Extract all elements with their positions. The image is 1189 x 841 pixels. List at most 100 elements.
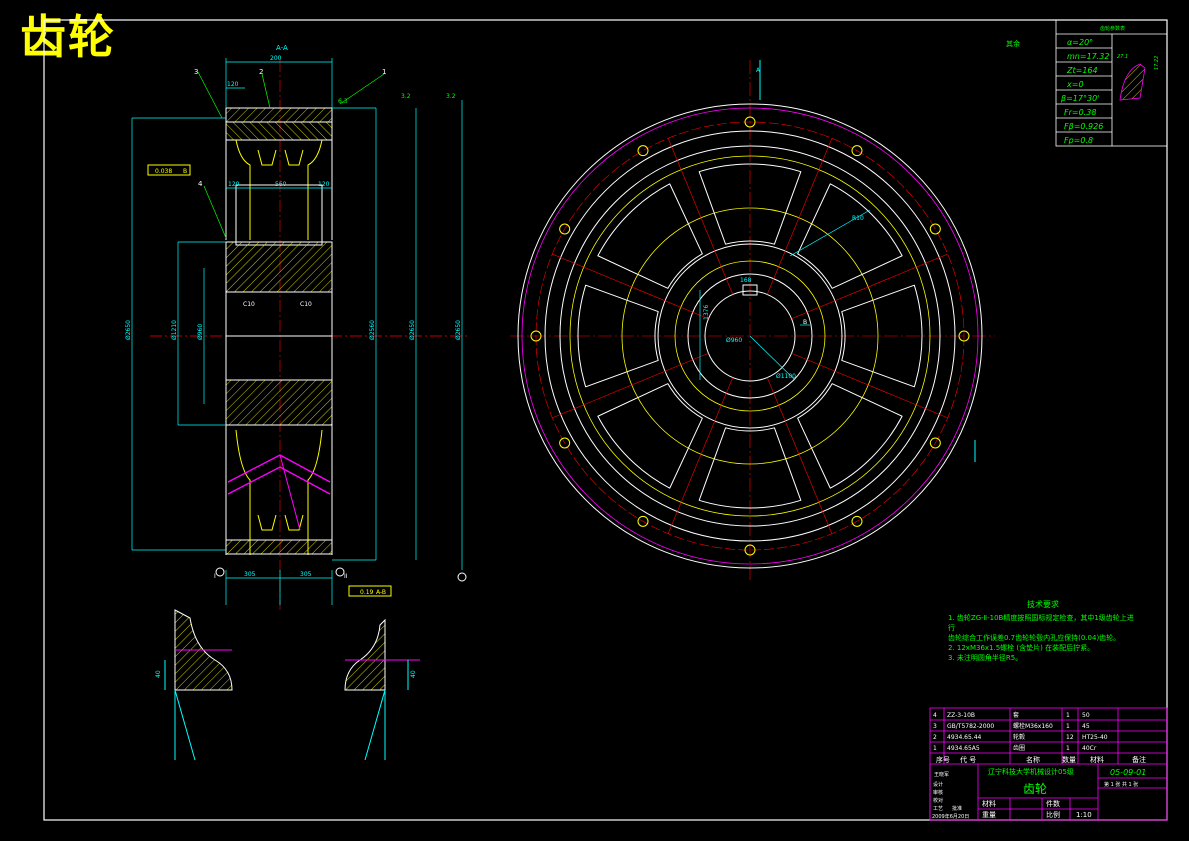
bolt-hole: [637, 145, 649, 157]
parts-cell-code: 4934.65A5: [947, 745, 980, 752]
dim-bore: Ø960: [726, 337, 742, 344]
runout-value: 0.19: [360, 589, 374, 596]
param-beta: β=17°30': [1060, 94, 1099, 103]
role-3: 校对: [933, 797, 943, 804]
detail-views: [164, 609, 420, 761]
cad-drawing: A-A 200 120 120 560 120 C10 C10 305 305 …: [43, 19, 1168, 821]
technical-requirements: 技术要求 1. 齿轮ZG-Ⅱ-10B精度按照国标规定检查，其中1级齿轮上进行 齿…: [948, 600, 1138, 663]
parts-cell-no: 2: [933, 734, 937, 741]
dim-dia-5: Ø1210: [171, 320, 178, 340]
callout-3: 3: [194, 68, 198, 76]
parts-cell-no: 3: [933, 723, 937, 730]
param-alpha: α=20°: [1067, 38, 1093, 47]
dim-hub-width: 560: [275, 181, 287, 188]
front-view: [510, 60, 995, 580]
param-small-dim-2: 17.22: [1154, 56, 1160, 70]
parts-cell-name: 齿圈: [1013, 744, 1025, 752]
param-mn: mn=17.32: [1067, 52, 1109, 61]
dim-dia-3: Ø2650: [409, 320, 416, 340]
surface-other: 其余: [1006, 39, 1020, 48]
datum-b: B: [803, 319, 807, 326]
dim-dia-1: Ø2650: [125, 320, 132, 340]
tech-req-title: 技术要求: [1027, 600, 1059, 609]
dim-305-left: 305: [244, 571, 256, 578]
hdr-no: 序号: [936, 755, 950, 764]
chamfer-left: C10: [243, 301, 255, 308]
role-5: 批准: [952, 805, 962, 812]
parts-cell-name: 轮毂: [1013, 733, 1025, 741]
param-x: x=0: [1066, 80, 1084, 89]
designer: 王晓军: [934, 771, 949, 778]
detail-dim-left: 40: [155, 670, 162, 678]
detail-dim-right: 40: [410, 670, 417, 678]
parts-cell-material: 45: [1082, 723, 1090, 730]
param-fp: Fp=0.8: [1064, 136, 1093, 145]
rough-3: 3.2: [446, 93, 456, 100]
parts-cell-code: 4934.65.44: [947, 734, 982, 741]
callout-1: 1: [382, 68, 386, 76]
role-4: 工艺: [933, 806, 943, 812]
callout-4: 4: [198, 180, 203, 188]
tech-req-item: 3. 未注明圆角半径R5。: [948, 654, 1023, 662]
spoke-centerline: [552, 253, 709, 320]
dim-rim-120-top: 120: [227, 81, 239, 88]
parts-cell-name: 套: [1013, 711, 1019, 719]
border-frame: [43, 19, 1168, 821]
dim-rim-120-right: 120: [318, 181, 330, 188]
dim-dia-4: Ø2650: [455, 320, 462, 340]
dim-rim-120-left: 120: [228, 181, 240, 188]
parts-cell-name: 螺栓M36x160: [1013, 722, 1053, 730]
parts-cell-no: 1: [933, 745, 937, 752]
mark-I: I: [214, 573, 216, 580]
material-label: 材料: [982, 799, 996, 808]
school-name: 辽宁科技大学机械设计05级: [988, 767, 1074, 776]
dim-dia-7: Ø1100: [776, 373, 796, 380]
spoke-centerline: [552, 352, 709, 419]
parts-cell-qty: 1: [1066, 712, 1070, 719]
front-view-labels: A 168 Ø960 R10 1376 Ø1100 B: [703, 67, 864, 380]
drawing-number: 05-09-01: [1110, 768, 1146, 777]
section-view: [131, 58, 470, 610]
dim-dia-2: Ø2560: [369, 320, 376, 340]
dim-dia-6: Ø960: [197, 324, 204, 340]
title-block-text: 序号 代 号 名称 数量 材料 备注 辽宁科技大学机械设计05级 05-09-0…: [932, 755, 1146, 820]
dim-r10: R10: [852, 215, 864, 222]
rough-1: 6.3: [338, 98, 348, 105]
section-label: A-A: [276, 44, 288, 52]
role-2: 审核: [933, 789, 943, 796]
parts-cell-no: 4: [933, 712, 937, 719]
web-window: [597, 383, 703, 489]
web-window: [797, 383, 903, 489]
dim-keyway-width: 168: [740, 277, 752, 284]
web-window: [597, 183, 703, 289]
tech-req-item: 2. 12xM36x1.5螺栓 (含垫片) 在装配后拧紧。: [948, 644, 1095, 652]
spoke-centerline: [667, 377, 734, 534]
web-window: [797, 183, 903, 289]
param-fr: Fr=0.38: [1064, 108, 1096, 117]
part-name: 齿轮: [1023, 782, 1047, 796]
drawing-sheet: 齿轮 A-A 200 120 120 560 120 C10 C10 305 3…: [0, 0, 1189, 841]
parts-cell-qty: 1: [1066, 723, 1070, 730]
weight-label: 重量: [982, 811, 996, 819]
tol-value: 0.038: [155, 168, 172, 175]
parts-cell-material: 40Cr: [1082, 745, 1097, 752]
parts-cell-qty: 1: [1066, 745, 1070, 752]
tol-letter: B: [183, 168, 187, 175]
parts-cell-code: GB/T5782-2000: [947, 723, 994, 730]
spoke-centerline: [667, 138, 734, 295]
hdr-note: 备注: [1132, 755, 1146, 764]
dim-keyway-depth: 1376: [703, 305, 710, 320]
scale-label: 比例: [1046, 810, 1060, 819]
runout-ref: A-B: [376, 589, 386, 596]
hdr-material: 材料: [1090, 755, 1104, 764]
chamfer-right: C10: [300, 301, 312, 308]
spoke-centerline: [791, 253, 948, 320]
spoke-centerline: [791, 352, 948, 419]
tech-req-item: 1. 齿轮ZG-Ⅱ-10B精度按照国标规定检查，其中1级齿轮上进行: [948, 614, 1134, 632]
tech-req-item: 齿轮综合工作误差0.7齿轮轮毂内孔应保持(0.04)齿轮。: [948, 634, 1121, 642]
dim-top-width: 200: [270, 55, 282, 62]
dim-305-right: 305: [300, 571, 312, 578]
hdr-qty: 数量: [1062, 755, 1076, 764]
parts-cell-material: 50: [1082, 712, 1090, 719]
qty-label: 件数: [1046, 799, 1060, 808]
